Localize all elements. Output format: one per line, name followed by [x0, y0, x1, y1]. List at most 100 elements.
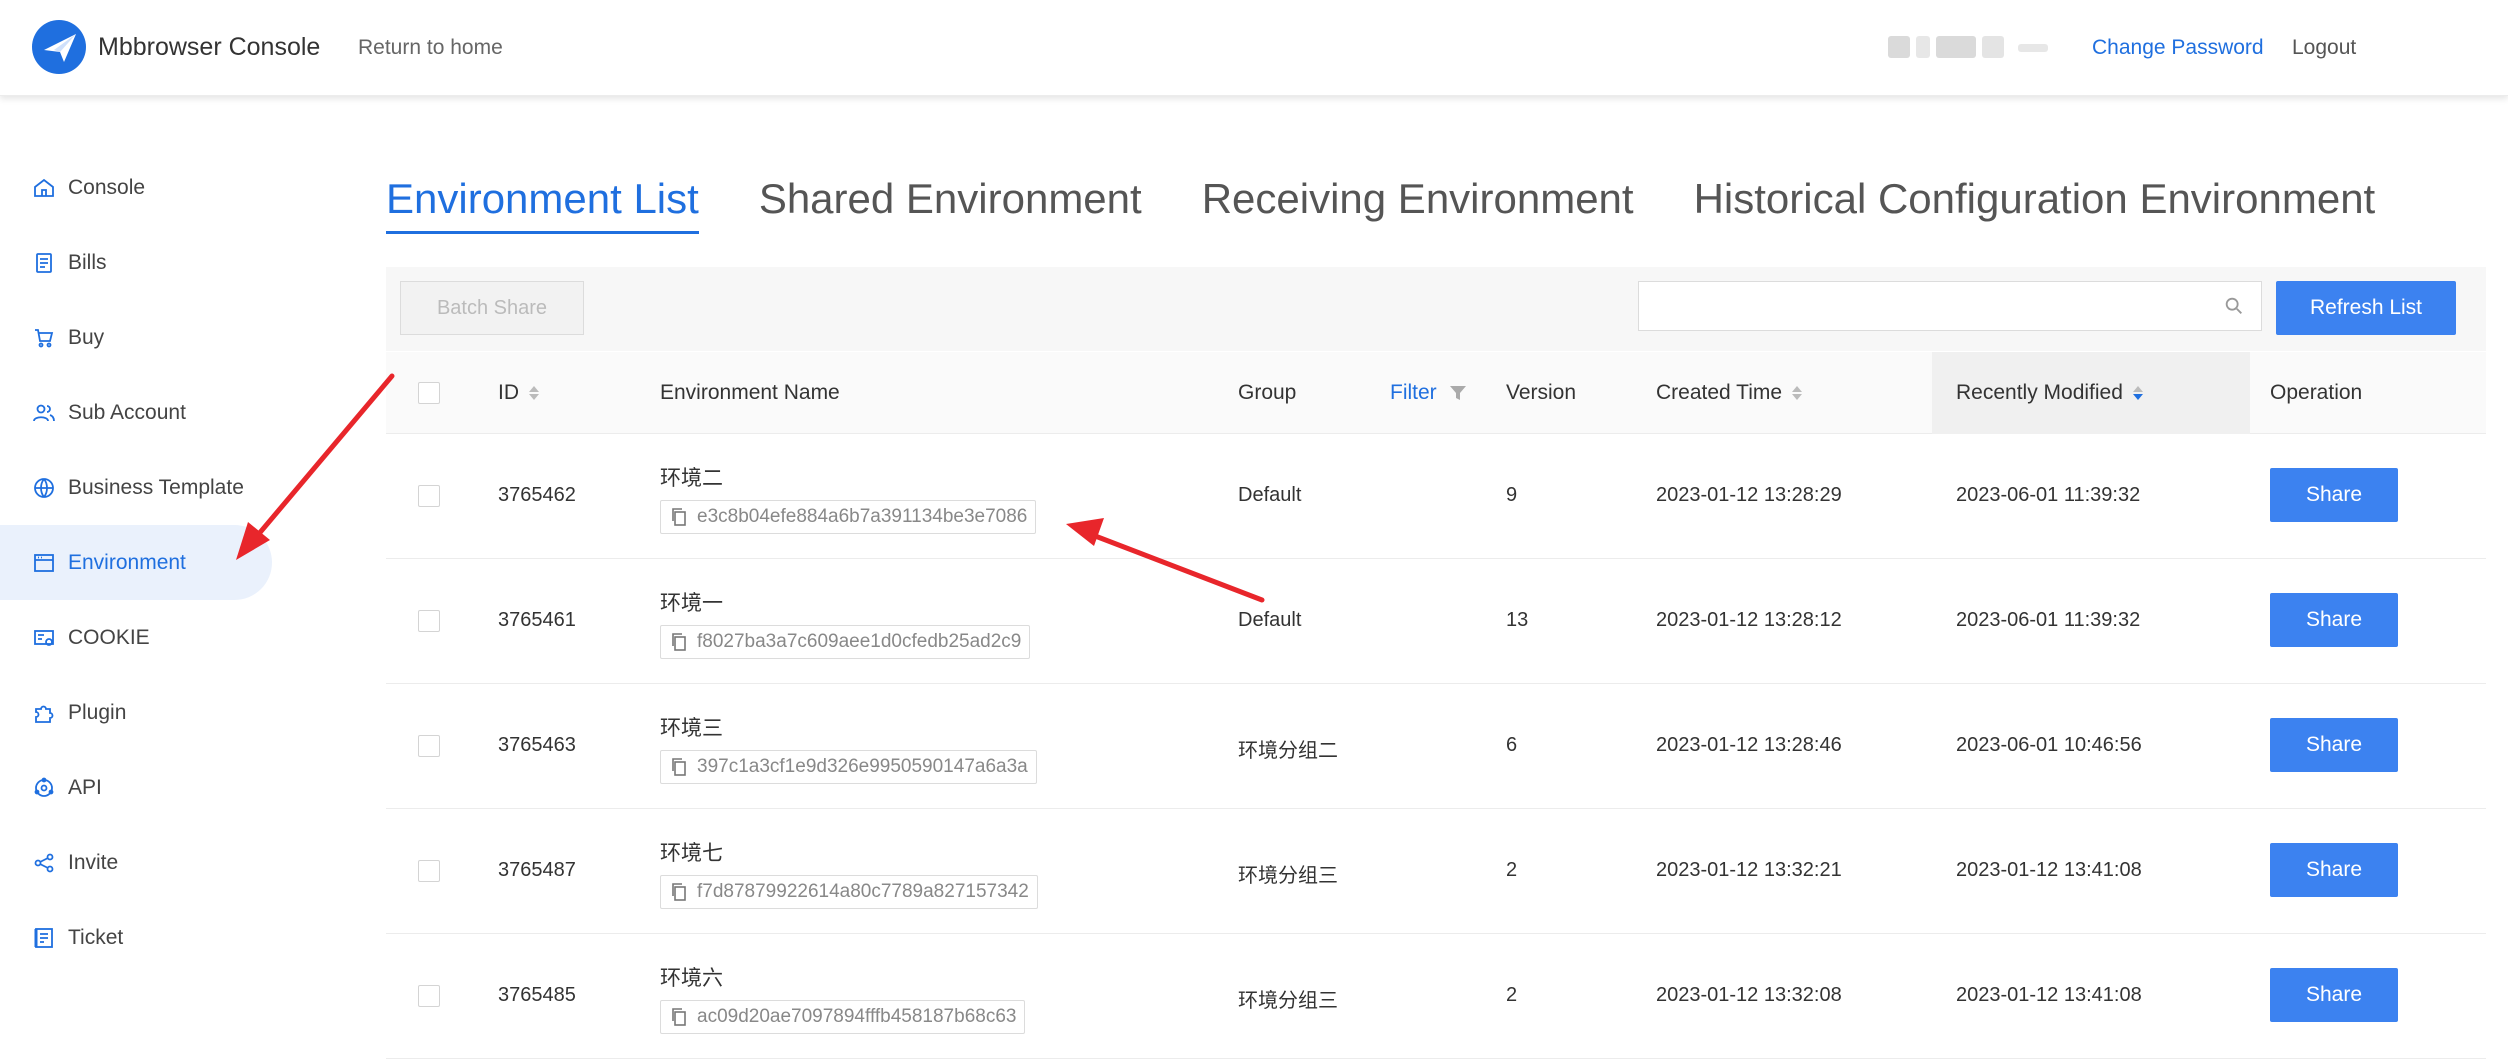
sidebar-item-label: COOKIE: [68, 625, 150, 649]
cookie-icon: [30, 624, 58, 652]
refresh-list-button[interactable]: Refresh List: [2276, 281, 2456, 335]
table-row: 3765461 环境一 f8027ba3a7c609aee1d0cfedb25ad2…: [386, 559, 2486, 684]
sidebar-item-label: Invite: [68, 850, 119, 874]
share-button[interactable]: Share: [2270, 843, 2398, 897]
sidebar-item-environment[interactable]: Environment: [0, 525, 272, 600]
env-created-time: 2023-01-12 13:28:46: [1656, 734, 1842, 756]
return-home-link[interactable]: Return to home: [358, 36, 503, 60]
tab-historical-configuration[interactable]: Historical Configuration Environment: [1694, 175, 2376, 234]
tab-shared-environment[interactable]: Shared Environment: [759, 175, 1142, 234]
env-hash-text: 397c1a3cf1e9d326e9950590147a6a3a: [697, 756, 1028, 777]
header-operation: Operation: [2270, 352, 2362, 434]
header-id[interactable]: ID: [498, 352, 539, 434]
header-label: Environment Name: [660, 381, 840, 404]
env-modified-time: 2023-01-12 13:41:08: [1956, 859, 2142, 881]
sidebar-item-buy[interactable]: Buy: [0, 300, 272, 375]
env-created-time: 2023-01-12 13:28:29: [1656, 484, 1842, 506]
sidebar-item-api[interactable]: API: [0, 750, 272, 825]
search-icon[interactable]: [2223, 295, 2245, 322]
copy-icon[interactable]: [671, 508, 687, 526]
search-input[interactable]: [1639, 282, 2199, 328]
row-checkbox[interactable]: [418, 735, 440, 757]
app-title: Mbbrowser Console: [98, 33, 321, 61]
header-created-time[interactable]: Created Time: [1656, 352, 1803, 434]
environment-tabs: Environment List Shared Environment Rece…: [386, 175, 2435, 234]
copy-icon[interactable]: [671, 633, 687, 651]
env-modified-time: 2023-06-01 10:46:56: [1956, 734, 2142, 756]
puzzle-icon: [30, 699, 58, 727]
sort-icon[interactable]: [529, 386, 539, 400]
user-name-blurred: [1888, 36, 2048, 58]
api-icon: [30, 774, 58, 802]
sidebar-item-bills[interactable]: Bills: [0, 225, 272, 300]
row-checkbox[interactable]: [418, 610, 440, 632]
search-field[interactable]: [1638, 281, 2262, 331]
env-group: Default: [1238, 609, 1302, 631]
tab-receiving-environment[interactable]: Receiving Environment: [1202, 175, 1634, 234]
sort-desc-icon[interactable]: [2132, 386, 2143, 400]
share-button[interactable]: Share: [2270, 718, 2398, 772]
tab-environment-list[interactable]: Environment List: [386, 175, 699, 234]
logout-link[interactable]: Logout: [2292, 36, 2356, 60]
share-icon: [30, 849, 58, 877]
header-label: Recently Modified: [1956, 381, 2123, 404]
env-version: 6: [1506, 734, 1518, 756]
sidebar-item-business-template[interactable]: Business Template: [0, 450, 272, 525]
sidebar-item-console[interactable]: Console: [0, 150, 272, 225]
copy-icon[interactable]: [671, 883, 687, 901]
select-all-checkbox[interactable]: [418, 382, 440, 404]
bill-icon: [30, 249, 58, 277]
env-hash-box[interactable]: 397c1a3cf1e9d326e9950590147a6a3a: [660, 750, 1037, 784]
sort-icon[interactable]: [1792, 386, 1803, 400]
home-icon: [30, 174, 58, 202]
sidebar-item-cookie[interactable]: COOKIE: [0, 600, 272, 675]
sidebar-item-ticket[interactable]: Ticket: [0, 900, 272, 975]
share-button[interactable]: Share: [2270, 968, 2398, 1022]
env-created-time: 2023-01-12 13:28:12: [1656, 609, 1842, 631]
globe-icon: [30, 474, 58, 502]
filter-link[interactable]: Filter: [1390, 381, 1437, 405]
share-button[interactable]: Share: [2270, 468, 2398, 522]
table-body: 3765462 环境二 e3c8b04efe884a6b7a391134be3e70…: [386, 434, 2486, 1059]
sidebar-item-label: Sub Account: [68, 400, 186, 424]
env-hash-text: ac09d20ae7097894fffb458187b68c63: [697, 1006, 1017, 1027]
env-hash-box[interactable]: ac09d20ae7097894fffb458187b68c63: [660, 1000, 1026, 1034]
env-id: 3765485: [498, 984, 576, 1006]
row-checkbox[interactable]: [418, 985, 440, 1007]
env-hash-box[interactable]: f8027ba3a7c609aee1d0cfedb25ad2c9: [660, 625, 1031, 659]
sidebar-item-sub-account[interactable]: Sub Account: [0, 375, 272, 450]
cart-icon: [30, 324, 58, 352]
row-checkbox[interactable]: [418, 860, 440, 882]
sidebar-item-invite[interactable]: Invite: [0, 825, 272, 900]
header-recently-modified[interactable]: Recently Modified: [1956, 352, 2143, 434]
copy-icon[interactable]: [671, 1008, 687, 1026]
header-label: Version: [1506, 381, 1577, 404]
app-logo[interactable]: [32, 20, 86, 74]
env-hash-box[interactable]: f7d87879922614a80c7789a827157342: [660, 875, 1038, 909]
row-checkbox-cell: [418, 985, 440, 1007]
share-button[interactable]: Share: [2270, 593, 2398, 647]
env-modified-time: 2023-06-01 11:39:32: [1956, 609, 2141, 631]
header-environment-name: Environment Name: [660, 352, 840, 434]
batch-share-button[interactable]: Batch Share: [400, 281, 584, 335]
ticket-icon: [30, 924, 58, 952]
sidebar-item-plugin[interactable]: Plugin: [0, 675, 272, 750]
header-filter[interactable]: Filter: [1390, 352, 1467, 434]
env-id: 3765487: [498, 859, 576, 881]
header-version: Version: [1506, 352, 1576, 434]
copy-icon[interactable]: [671, 758, 687, 776]
env-version: 13: [1506, 609, 1529, 631]
window-icon: [30, 549, 58, 577]
row-checkbox[interactable]: [418, 485, 440, 507]
env-id: 3765461: [498, 609, 576, 631]
env-hash-box[interactable]: e3c8b04efe884a6b7a391134be3e7086: [660, 500, 1037, 534]
sidebar-nav: Console Bills Buy Sub Account Business T…: [0, 150, 272, 975]
change-password-link[interactable]: Change Password: [2092, 36, 2264, 60]
env-group: 环境分组三: [1238, 865, 1338, 887]
env-id: 3765462: [498, 484, 576, 506]
filter-icon[interactable]: [1449, 385, 1467, 401]
sidebar-item-label: API: [68, 775, 102, 799]
sidebar-item-label: Environment: [68, 550, 186, 574]
row-checkbox-cell: [418, 485, 440, 507]
sidebar-item-label: Business Template: [68, 475, 244, 499]
